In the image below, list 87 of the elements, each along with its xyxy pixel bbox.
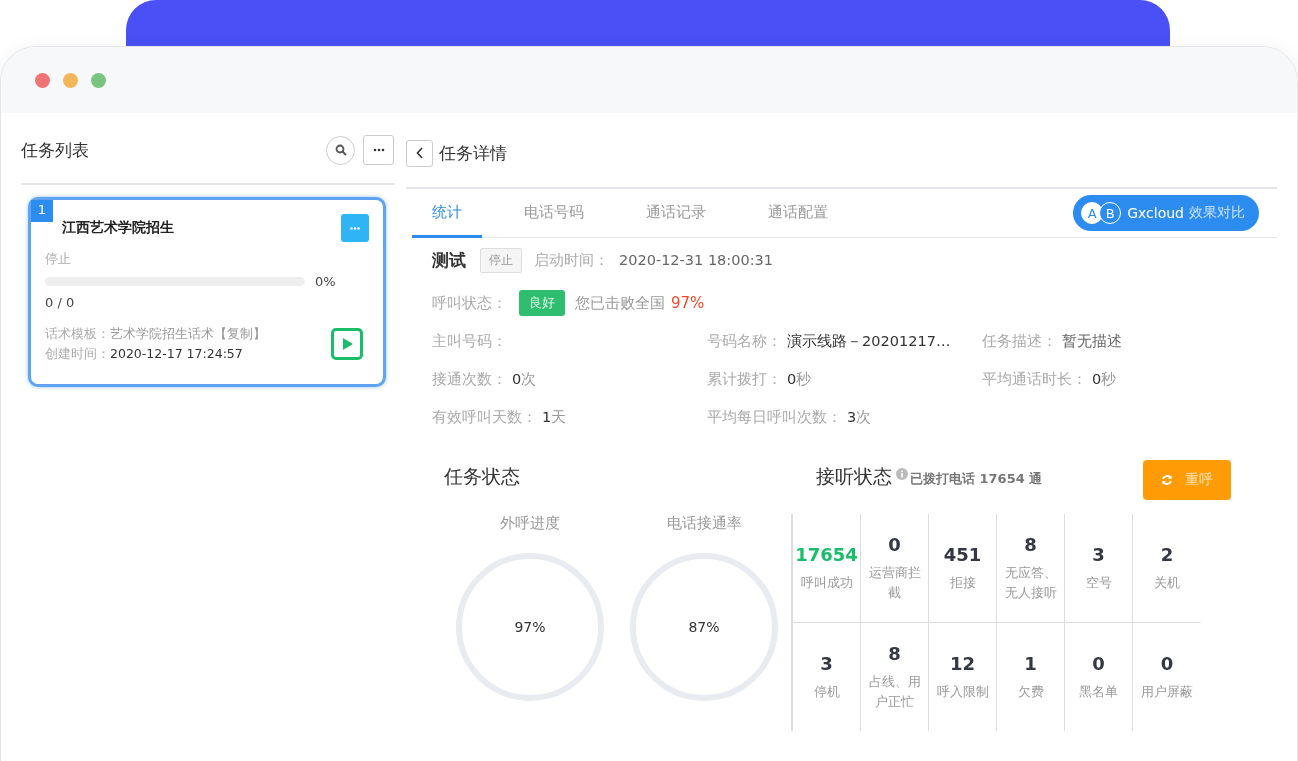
field-value: 2020-12-31 18:00:31 [619, 252, 773, 268]
stat-value: 2 [1160, 543, 1174, 565]
task-status: 停止 [45, 250, 72, 268]
ring-gauge: 87% [630, 553, 778, 701]
task-count: 0 / 0 [45, 295, 76, 310]
field-value: 艺术学院招生话术【复制】 [110, 326, 266, 341]
status-tag: 停止 [480, 247, 522, 273]
field-label: 主叫号码： [432, 333, 507, 349]
status-tag: 良好 [519, 290, 565, 316]
stat-label: 呼入限制 [935, 682, 990, 701]
play-button[interactable] [331, 328, 363, 360]
section-title: 接听状态 [816, 464, 892, 489]
stat-value: 8 [1024, 533, 1037, 555]
field-label: 号码名称： [707, 333, 782, 349]
stat-label: 空号 [1084, 573, 1113, 592]
stat-label: 欠费 [1016, 682, 1045, 701]
refresh-icon [1161, 474, 1173, 486]
tab[interactable]: 通话配置 [748, 189, 848, 238]
maximize-icon[interactable] [91, 72, 106, 88]
task-name: 测试 [432, 248, 466, 272]
stat-value: 3 [1092, 543, 1105, 565]
compare-button[interactable]: A B Gxcloud 效果对比 [1073, 195, 1259, 231]
close-icon[interactable] [35, 72, 50, 88]
field-label: 累计拨打： [707, 371, 782, 387]
field-label: 创建时间： [45, 346, 110, 361]
field-label: 任务描述： [982, 333, 1057, 349]
stat-value: 0 [888, 533, 901, 555]
tab[interactable]: 统计 [412, 189, 482, 238]
stat-label: 黑名单 [1078, 682, 1119, 701]
field-value: 3次 [847, 409, 872, 425]
more-icon [372, 148, 385, 152]
task-name: 江西艺术学院招生 [62, 219, 174, 237]
field-label: 话术模板： [45, 326, 110, 341]
stat-value: 3 [820, 652, 833, 674]
gauge-title: 外呼进度 [500, 514, 560, 533]
back-icon [415, 147, 424, 159]
ring-gauge: 97% [456, 553, 604, 701]
stat-label: 拒接 [948, 573, 977, 592]
stat-value: 12 [949, 652, 976, 674]
field-value: 2020-12-17 17:24:57 [110, 346, 243, 361]
field-value: 0秒 [787, 371, 812, 387]
field-value: 0次 [512, 371, 537, 387]
stat-label: 占线、用户正忙 [867, 672, 922, 711]
more-icon [350, 226, 360, 230]
field-label: 呼叫状态： [432, 293, 507, 313]
field-label: 启动时间： [534, 250, 609, 270]
field-label: 有效呼叫天数： [432, 409, 537, 425]
index-badge: 1 [31, 200, 53, 222]
field-label: 平均每日呼叫次数： [707, 409, 842, 425]
back-button[interactable] [406, 139, 433, 167]
more-button[interactable] [363, 135, 394, 165]
stat-value: 1 [1024, 652, 1037, 674]
task-card[interactable]: 1 江西艺术学院招生 停止 0% 0 / 0 话术模板：艺术学院招生话术【复制】 创建时间：2020-12-17 17:24:57 [28, 197, 386, 387]
search-icon [334, 144, 347, 156]
stat-value: 451 [943, 543, 982, 565]
dialed-count: 已拨打电话 17654 通 [910, 470, 1043, 488]
stat-label: 用户屏蔽 [1140, 682, 1194, 701]
more-button[interactable] [341, 214, 369, 242]
field-label: 平均通话时长： [982, 371, 1087, 387]
tab[interactable]: 电话号码 [504, 189, 604, 238]
section-title: 任务状态 [444, 465, 520, 487]
beat-text: 您已击败全国 [575, 293, 665, 313]
progress-percent: 0% [315, 274, 336, 289]
stat-label: 关机 [1153, 573, 1181, 592]
beat-percent: 97% [671, 294, 705, 312]
stat-label: 无应答、无人接听 [1003, 563, 1058, 602]
search-button[interactable] [326, 135, 355, 165]
field-value: 暂无描述 [1062, 333, 1123, 349]
stat-value: 17654 [795, 543, 858, 565]
play-icon [342, 337, 354, 351]
field-value: 1天 [542, 409, 567, 425]
info-icon [896, 468, 908, 480]
field-value: 0秒 [1092, 371, 1117, 387]
redial-button[interactable]: 重呼 [1143, 460, 1231, 500]
tab[interactable]: 通话记录 [626, 189, 726, 238]
stat-value: 0 [1092, 652, 1105, 674]
minimize-icon[interactable] [63, 72, 78, 88]
stat-label: 运营商拦截 [867, 563, 922, 602]
stat-value: 8 [888, 642, 901, 664]
stat-label: 呼叫成功 [799, 573, 854, 592]
panel-title: 任务列表 [21, 138, 89, 162]
panel-title: 任务详情 [439, 141, 507, 165]
field-label: 接通次数： [432, 371, 507, 387]
stat-value: 0 [1160, 652, 1174, 674]
field-value: 演示线路－20201217… [787, 333, 951, 349]
gauge-title: 电话接通率 [666, 514, 742, 533]
stat-label: 停机 [812, 682, 841, 701]
